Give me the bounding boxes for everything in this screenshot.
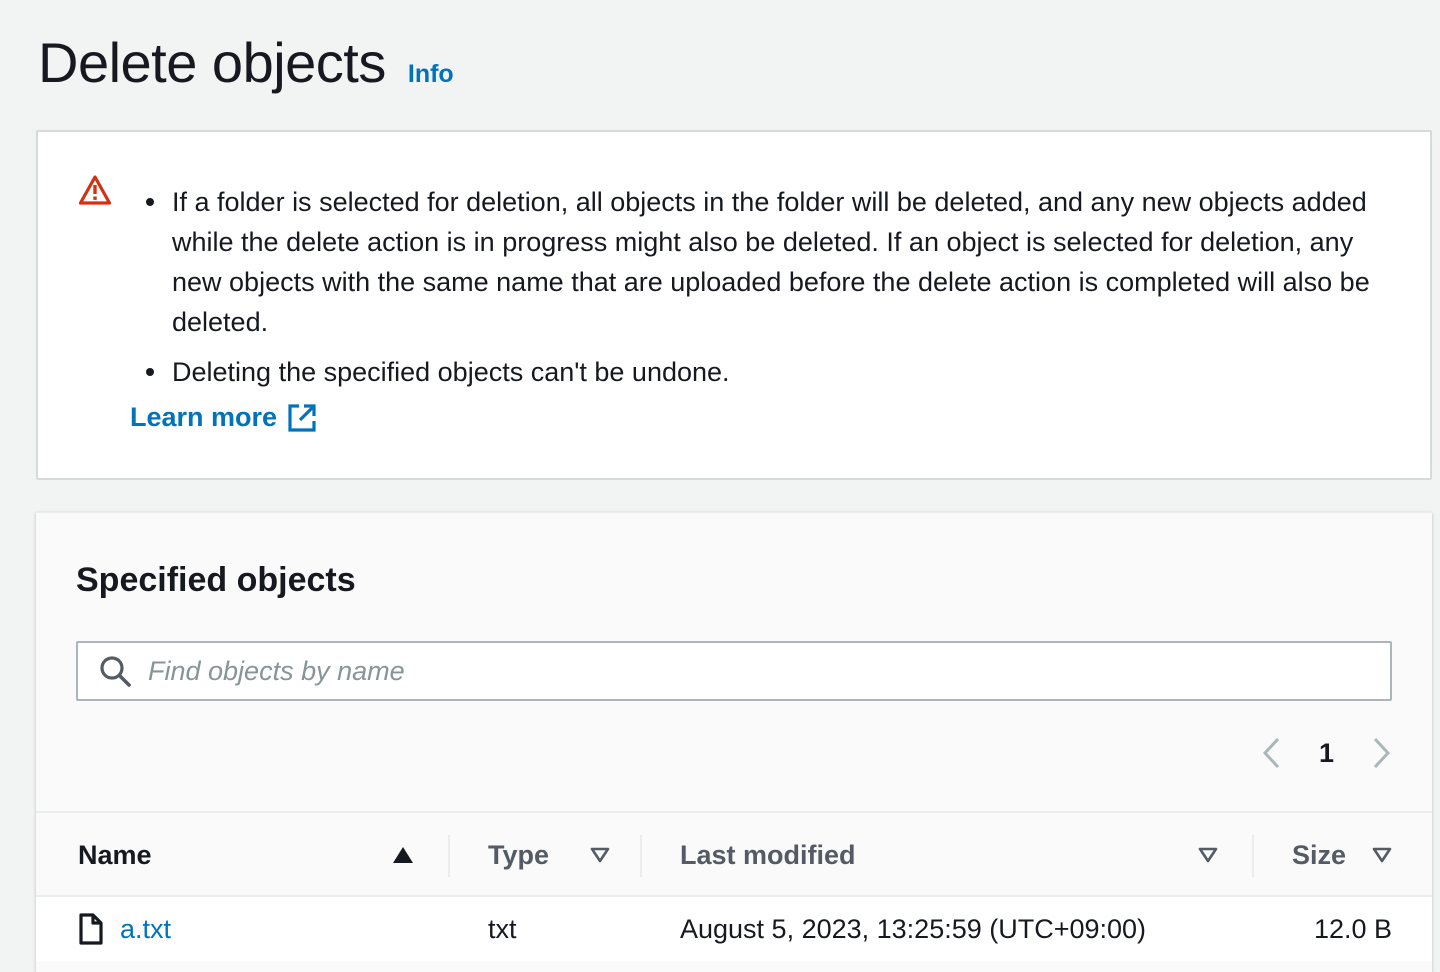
previous-page-button[interactable] [1259,735,1283,771]
chevron-right-icon [1373,737,1391,769]
cell-type: txt [488,913,517,944]
sort-icon [590,847,610,863]
alert-message: If a folder is selected for deletion, al… [146,182,1400,342]
search-input[interactable] [148,655,1348,687]
page-number[interactable]: 1 [1319,738,1334,769]
column-label: Last modified [680,839,856,870]
search-icon [100,656,131,687]
column-label: Name [78,839,152,870]
warning-alert: If a folder is selected for deletion, al… [36,130,1432,480]
learn-more-label: Learn more [130,402,278,432]
cell-name: a.txt [78,897,171,961]
object-link[interactable]: a.txt [120,914,171,945]
cell-size: 12.0 B [1313,913,1392,944]
column-header-size[interactable]: Size [1292,813,1392,897]
sort-ascending-icon [393,847,413,863]
external-link-icon [288,403,316,432]
column-divider[interactable] [640,835,642,877]
specified-objects-panel: Specified objects 1 Name Typ [36,512,1432,972]
cell-last-modified: August 5, 2023, 13:25:59 (UTC+09:00) [680,913,1147,944]
column-label: Type [488,839,550,870]
alert-message-list: If a folder is selected for deletion, al… [146,182,1400,402]
search-box[interactable] [76,641,1392,701]
page-header: Delete objects Info [38,30,454,95]
column-divider[interactable] [1252,835,1254,877]
file-icon [79,913,103,945]
table-header: Name Type Last modified Size [36,811,1432,897]
warning-icon [78,175,112,205]
page-title: Delete objects [38,31,386,94]
column-header-type[interactable]: Type [488,813,610,897]
info-link[interactable]: Info [408,60,454,89]
table-row: a.txt txt August 5, 2023, 13:25:59 (UTC+… [36,897,1432,961]
next-page-button[interactable] [1370,735,1394,771]
column-label: Size [1292,839,1347,870]
alert-message: Deleting the specified objects can't be … [146,352,1400,392]
column-header-name[interactable]: Name [78,813,414,897]
pagination: 1 [1259,735,1394,771]
column-divider[interactable] [448,835,450,877]
learn-more-link[interactable]: Learn more [130,402,317,433]
panel-title: Specified objects [76,561,356,599]
column-header-last-modified[interactable]: Last modified [680,813,1218,897]
sort-icon [1372,847,1392,863]
chevron-left-icon [1262,737,1280,769]
sort-icon [1198,847,1218,863]
